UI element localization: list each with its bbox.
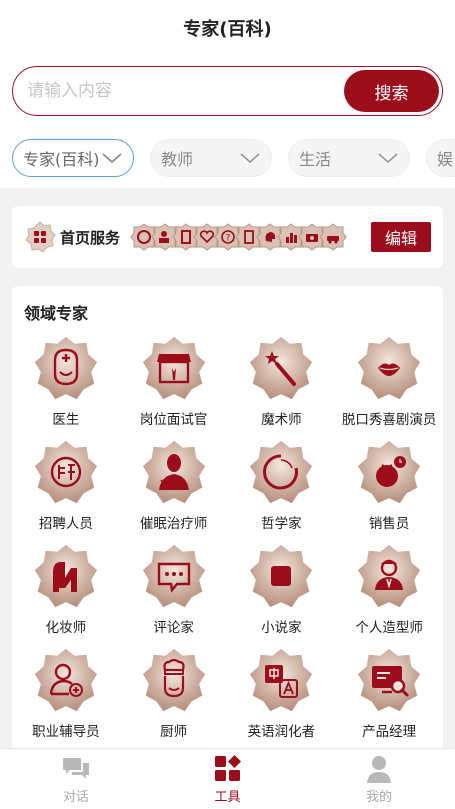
filter-chip-experts[interactable]: 专家(百科) bbox=[12, 139, 134, 177]
top-bar: 专家(百科) bbox=[0, 0, 455, 56]
car-icon bbox=[319, 223, 347, 251]
chevron-down-icon bbox=[240, 153, 260, 164]
tab-profile[interactable]: 我的 bbox=[303, 749, 455, 809]
filter-chip-life[interactable]: 生活 bbox=[288, 139, 410, 177]
boot-icon bbox=[32, 543, 99, 609]
tab-chat[interactable]: 对话 bbox=[0, 749, 152, 809]
profile-icon bbox=[367, 755, 392, 783]
counselor-icon bbox=[32, 647, 99, 713]
expert-name: 英语润化者 bbox=[247, 724, 316, 740]
expert-name: 脱口秀喜剧演员 bbox=[341, 412, 437, 428]
search-section: 搜索 bbox=[0, 56, 455, 128]
book-icon bbox=[248, 543, 315, 609]
circle-icon bbox=[248, 439, 315, 505]
person-icon bbox=[140, 439, 207, 505]
services-grid-icon bbox=[25, 221, 56, 253]
expert-item-critic[interactable]: 评论家 bbox=[120, 542, 228, 640]
expert-name: 小说家 bbox=[261, 620, 302, 636]
doctor-icon bbox=[32, 335, 99, 401]
expert-item-english-polisher[interactable]: 英语润化者 bbox=[228, 646, 336, 744]
services-badge-strip[interactable]: ? bbox=[130, 223, 347, 251]
lips-icon bbox=[356, 335, 423, 401]
experts-grid: 医生 岗位面试官 魔术师 脱口秀喜剧演员 招聘人员 催眠治疗师 哲学家 销售员 … bbox=[12, 334, 443, 744]
edit-services-button[interactable]: 编辑 bbox=[371, 222, 431, 252]
filter-chip-entertainment[interactable]: 娱 bbox=[426, 139, 455, 177]
expert-name: 魔术师 bbox=[261, 412, 302, 428]
homepage-services-card: 首页服务 ? 编辑 bbox=[12, 206, 443, 268]
tools-grid-icon bbox=[214, 754, 241, 781]
expert-name: 个人造型师 bbox=[355, 620, 423, 636]
expert-name: 销售员 bbox=[368, 516, 410, 532]
expert-item-philosopher[interactable]: 哲学家 bbox=[228, 438, 336, 536]
tab-tools[interactable]: 工具 bbox=[152, 749, 304, 809]
expert-name: 招聘人员 bbox=[38, 516, 93, 532]
tab-label: 对话 bbox=[62, 789, 89, 805]
section-heading: 领域专家 bbox=[24, 304, 89, 323]
expert-item-product-manager[interactable]: 产品经理 bbox=[335, 646, 443, 744]
chat-icon bbox=[62, 757, 89, 779]
tomato-icon bbox=[356, 439, 423, 505]
expert-item-recruiter[interactable]: 招聘人员 bbox=[12, 438, 120, 536]
expert-name: 职业辅导员 bbox=[32, 724, 100, 740]
expert-name: 医生 bbox=[52, 412, 80, 428]
stylist-icon bbox=[356, 543, 423, 609]
expert-item-salesperson[interactable]: 销售员 bbox=[335, 438, 443, 536]
expert-item-stylist[interactable]: 个人造型师 bbox=[335, 542, 443, 640]
expert-name: 厨师 bbox=[160, 724, 188, 740]
expert-name: 岗位面试官 bbox=[139, 412, 208, 428]
expert-name: 产品经理 bbox=[362, 724, 417, 740]
svg-text:?: ? bbox=[226, 234, 231, 244]
comment-icon bbox=[140, 543, 207, 609]
chef-icon bbox=[140, 647, 207, 713]
expert-name: 催眠治疗师 bbox=[139, 516, 208, 532]
filter-chip-label: 生活 bbox=[299, 150, 332, 169]
expert-item-novelist[interactable]: 小说家 bbox=[228, 542, 336, 640]
storefront-icon bbox=[140, 335, 207, 401]
tab-label: 我的 bbox=[366, 789, 393, 805]
filter-chip-teacher[interactable]: 教师 bbox=[150, 139, 272, 177]
expert-item-comedian[interactable]: 脱口秀喜剧演员 bbox=[335, 334, 443, 432]
services-label: 首页服务 bbox=[60, 228, 121, 247]
expert-item-makeup-artist[interactable]: 化妆师 bbox=[12, 542, 120, 640]
search-button[interactable]: 搜索 bbox=[344, 70, 439, 112]
chevron-down-icon bbox=[378, 153, 398, 164]
search-box: 搜索 bbox=[12, 66, 443, 116]
filter-chip-label: 专家(百科) bbox=[23, 150, 100, 169]
hire-stamp-icon bbox=[32, 439, 99, 505]
expert-name: 化妆师 bbox=[45, 620, 87, 636]
magic-wand-icon bbox=[248, 335, 315, 401]
category-filter-bar: 专家(百科) 教师 生活 娱 bbox=[0, 128, 455, 188]
page-title: 专家(百科) bbox=[183, 19, 272, 40]
expert-item-chef[interactable]: 厨师 bbox=[120, 646, 228, 744]
expert-item-interviewer[interactable]: 岗位面试官 bbox=[120, 334, 228, 432]
filter-chip-label: 教师 bbox=[161, 150, 194, 169]
filter-chip-label: 娱 bbox=[437, 150, 454, 169]
chevron-down-icon bbox=[102, 153, 122, 164]
monitor-search-icon bbox=[356, 647, 423, 713]
tab-label: 工具 bbox=[214, 789, 241, 805]
expert-item-magician[interactable]: 魔术师 bbox=[228, 334, 336, 432]
domain-experts-card: 领域专家 医生 岗位面试官 魔术师 脱口秀喜剧演员 招聘人员 催眠治疗师 哲学家… bbox=[12, 286, 443, 756]
expert-item-doctor[interactable]: 医生 bbox=[12, 334, 120, 432]
expert-item-hypnotherapist[interactable]: 催眠治疗师 bbox=[120, 438, 228, 536]
search-input[interactable] bbox=[27, 81, 344, 101]
translate-icon bbox=[248, 647, 315, 713]
expert-item-career-counselor[interactable]: 职业辅导员 bbox=[12, 646, 120, 744]
expert-name: 哲学家 bbox=[261, 516, 302, 532]
expert-name: 评论家 bbox=[153, 620, 194, 636]
bottom-tab-bar: 对话 工具 我的 bbox=[0, 748, 455, 809]
